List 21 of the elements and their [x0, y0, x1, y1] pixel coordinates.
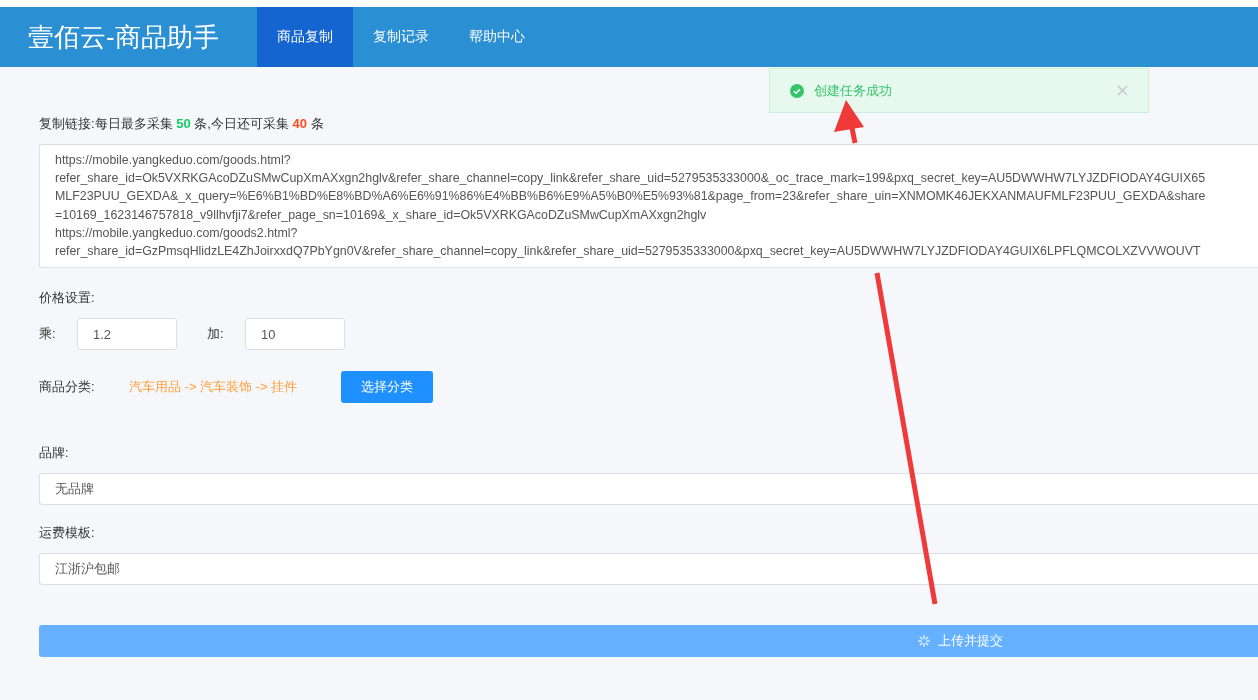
nav-tab[interactable]: 复制记录: [352, 7, 449, 67]
brand-field[interactable]: 无品牌: [39, 473, 1258, 505]
check-circle-icon: [790, 83, 804, 98]
category-path: 汽车用品 -> 汽车装饰 -> 挂件: [129, 378, 299, 396]
price-label: 乘:: [39, 325, 57, 343]
quota-text: 复制链接:每日最多采集 50 条,今日还可采集 40 条: [39, 116, 324, 131]
price-input[interactable]: 10: [245, 318, 345, 350]
toast-message: 创建任务成功: [814, 81, 893, 100]
app-logo: 壹佰云-商品助手: [27, 20, 220, 54]
brand-label: 品牌:: [39, 444, 70, 462]
price-label: 加:: [207, 325, 225, 343]
links-textarea[interactable]: https://mobile.yangkeduo.com/goods.html? refer_share_id=Ok5VXRKGAcoDZuSMwCupXmAXxgn2hglv&refer_share_channel=copy_link&refer_share_uid=5279535333000&_oc_trace_mark=199&pxq_secret_key=AU5DWWHW7LYJZDFIODAY4GUIX65 MLF23PUU_GEXDA&_x_query=%E6%B1%BD%E8%BD%A6%E6%91%86%E4%BB%B6%E9%A5%B0%E5%93%81&page_from=23&refer_share_uin=XNMOMK46JEKXANMAUFMLF23PUU_GEXDA&share =10169_1623146757818_v9llhvfji7&refer_page_sn=10169&_x_share_id=Ok5VXRKGAcoDZuSMwCupXmAXxgn2hglv https://mobile.yangkeduo.com/goods2.html? refer_share_id=GzPmsqHlidzLE4ZhJoirxxdQ7PbYgn0V&refer_share_channel=copy_link&refer_share_uid=5279535333000&pxq_secret_key=AU5DWWHW7LYJZDFIODAY4GUIX6LPFLQMCOLXZVVWOUVT: [39, 144, 1258, 268]
spinner-icon: [918, 635, 930, 647]
nav-tab[interactable]: 商品复制: [256, 7, 353, 67]
price-input[interactable]: 1.2: [77, 318, 177, 350]
close-icon[interactable]: [1117, 85, 1128, 96]
price-title: 价格设置:: [39, 289, 96, 307]
shipping-label: 运费模板:: [39, 524, 96, 542]
category-label: 商品分类:: [39, 378, 96, 396]
shipping-field[interactable]: 江浙沪包邮: [39, 553, 1258, 585]
nav-tab[interactable]: 帮助中心: [448, 7, 545, 67]
